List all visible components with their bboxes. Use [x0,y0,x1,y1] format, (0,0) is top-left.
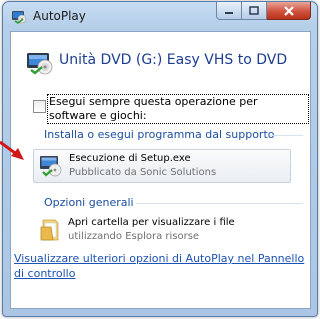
setup-installer-icon [40,156,62,177]
autoplay-window: AutoPlay Unità DVD (G:) Easy VHS to DVD … [2,1,318,317]
option-run-setup-title: Esecuzione di Setup.exe [69,153,191,164]
option-open-folder-description: utilizzando Esplora risorse [68,231,200,242]
always-do-this-checkbox[interactable] [33,100,46,113]
dialog-content: Unità DVD (G:) Easy VHS to DVD Esegui se… [10,31,311,309]
option-run-setup[interactable]: Esecuzione di Setup.exe Pubblicato da So… [33,149,291,183]
minimize-button[interactable] [216,2,242,20]
autoplay-icon [12,11,27,24]
close-icon [283,5,294,16]
window-title: AutoPlay [33,9,86,23]
title-bar[interactable]: AutoPlay [3,2,317,32]
install-section-divider [271,135,303,136]
general-section-divider [136,203,303,204]
always-do-this-label[interactable]: Esegui sempre questa operazione per soft… [47,94,309,124]
maximize-icon [249,6,259,15]
option-open-folder[interactable]: Apri cartella per visualizzare i file ut… [33,214,289,246]
device-title: Unità DVD (G:) Easy VHS to DVD [59,52,288,68]
caption-buttons [216,2,311,21]
device-header: Unità DVD (G:) Easy VHS to DVD [11,41,310,81]
option-run-setup-publisher: Pubblicato da Sonic Solutions [69,167,217,178]
general-section-title: Opzioni generali [44,196,134,209]
minimize-icon [225,11,233,14]
option-open-folder-title: Apri cartella per visualizzare i file [68,217,235,228]
install-section-title: Installa o esegui programma dal supporto [44,128,275,141]
folder-icon [40,219,59,241]
maximize-button[interactable] [242,2,267,20]
red-arrow-annotation [0,140,24,160]
autoplay-control-panel-link[interactable]: Visualizzare ulteriori opzioni di AutoPl… [14,251,308,281]
close-button[interactable] [267,2,311,20]
dvd-drive-icon [27,53,53,75]
